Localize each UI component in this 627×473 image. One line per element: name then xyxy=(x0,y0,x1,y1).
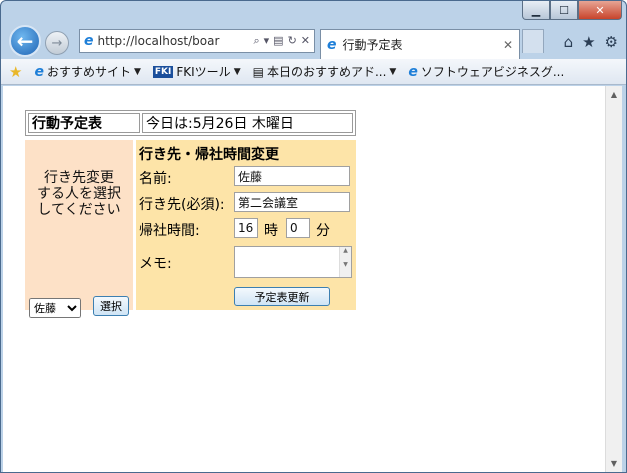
header-table: 行動予定表 今日は:5月26日 木曜日 xyxy=(25,110,356,136)
gear-icon[interactable]: ⚙ xyxy=(605,33,618,51)
dropdown-icon[interactable]: ▾ xyxy=(264,34,270,48)
chevron-down-icon: ▼ xyxy=(389,66,397,77)
section-title: 行き先・帰社時間変更 xyxy=(139,147,279,163)
ie-icon: e xyxy=(84,33,94,49)
minute-unit: 分 xyxy=(316,223,330,239)
favorites-item-4[interactable]: e ソフトウェアビジネスグ... xyxy=(408,63,564,80)
person-select-panel: 行き先変更 する人を選択 してください 佐藤 選択 xyxy=(25,140,133,318)
memo-textarea[interactable] xyxy=(234,246,352,278)
tab-title: 行動予定表 xyxy=(342,38,403,52)
memo-label: メモ: xyxy=(139,256,172,272)
scroll-up-icon[interactable]: ▲ xyxy=(606,86,622,103)
window-controls: ▁ ☐ ✕ xyxy=(522,1,622,21)
update-schedule-button[interactable]: 予定表更新 xyxy=(234,287,330,306)
fki-icon: FKI xyxy=(152,65,174,78)
favorites-item-label: 本日のおすすめアド... xyxy=(266,65,387,79)
address-url: http://localhost/boar xyxy=(97,34,220,48)
name-label: 名前: xyxy=(139,171,172,187)
minute-input[interactable] xyxy=(286,218,310,238)
address-tools: ⌕ ▾ ▤ ↻ ✕ xyxy=(253,34,314,48)
favorites-item-3[interactable]: ▤ 本日のおすすめアド... ▼ xyxy=(253,63,397,80)
prompt-line: してください xyxy=(37,202,121,218)
maximize-button[interactable]: ☐ xyxy=(550,1,578,20)
tab-close-icon[interactable]: ✕ xyxy=(503,38,513,52)
refresh-icon[interactable]: ↻ xyxy=(288,34,297,48)
tab-active[interactable]: e 行動予定表 ✕ xyxy=(320,29,520,59)
favorites-star-icon[interactable]: ★ xyxy=(582,33,595,51)
new-tab-button[interactable] xyxy=(522,29,544,53)
favorites-bar: ★ e おすすめサイト ▼ FKI FKIツール ▼ ▤ 本日のおすすめアド..… xyxy=(1,59,626,85)
compat-view-icon[interactable]: ▤ xyxy=(273,34,283,48)
ie-icon: e xyxy=(34,63,44,80)
home-icon[interactable]: ⌂ xyxy=(564,33,574,51)
tab-ie-icon: e xyxy=(327,36,337,53)
hour-unit: 時 xyxy=(264,223,278,239)
page-title: 行動予定表 xyxy=(28,113,140,133)
forward-button[interactable]: → xyxy=(45,31,69,55)
name-input[interactable] xyxy=(234,166,350,186)
destination-edit-panel: 行き先・帰社時間変更 名前: 行き先(必須): 帰社時間: 時 分 メモ: ▲▼… xyxy=(136,140,356,310)
destination-label: 行き先(必須): xyxy=(139,197,225,213)
page-icon: ▤ xyxy=(252,64,264,79)
navigation-bar: ← → e http://localhost/boar ⌕ ▾ ▤ ↻ ✕ e … xyxy=(1,21,626,59)
vertical-scrollbar[interactable]: ▲ ▼ xyxy=(605,86,622,472)
favorites-item-1[interactable]: e おすすめサイト ▼ xyxy=(34,63,140,80)
browser-tools: ⌂ ★ ⚙ xyxy=(564,33,618,51)
page-viewport: ▲ ▼ 行動予定表 今日は:5月26日 木曜日 行き先変更 する人を選択 してく… xyxy=(3,86,622,472)
search-icon[interactable]: ⌕ xyxy=(253,34,259,48)
stop-icon[interactable]: ✕ xyxy=(301,34,310,48)
address-bar[interactable]: e http://localhost/boar ⌕ ▾ ▤ ↻ ✕ xyxy=(79,29,315,53)
favorites-add-icon[interactable]: ★ xyxy=(9,63,22,81)
select-prompt: 行き先変更 する人を選択 してください xyxy=(25,170,133,218)
memo-scrollbar[interactable]: ▲ ▼ xyxy=(339,247,351,277)
minimize-button[interactable]: ▁ xyxy=(522,1,550,20)
hour-input[interactable] xyxy=(234,218,258,238)
destination-input[interactable] xyxy=(234,192,350,212)
ie-icon: e xyxy=(408,63,418,80)
close-button[interactable]: ✕ xyxy=(578,1,622,20)
prompt-line: 行き先変更 xyxy=(44,170,114,186)
scroll-down-icon[interactable]: ▼ xyxy=(606,455,622,472)
favorites-item-2[interactable]: FKI FKIツール ▼ xyxy=(152,63,241,80)
person-select[interactable]: 佐藤 xyxy=(29,298,81,318)
return-time-label: 帰社時間: xyxy=(139,223,200,239)
favorites-item-label: おすすめサイト xyxy=(46,65,131,79)
today-date: 今日は:5月26日 木曜日 xyxy=(142,113,353,133)
favorites-item-label: ソフトウェアビジネスグ... xyxy=(420,65,565,79)
back-button[interactable]: ← xyxy=(9,25,41,57)
favorites-item-label: FKIツール xyxy=(176,65,231,79)
chevron-down-icon: ▼ xyxy=(233,66,241,77)
chevron-down-icon: ▼ xyxy=(133,66,141,77)
browser-window: ▁ ☐ ✕ ← → e http://localhost/boar ⌕ ▾ ▤ … xyxy=(0,0,627,473)
prompt-line: する人を選択 xyxy=(37,186,121,202)
select-button[interactable]: 選択 xyxy=(93,296,129,316)
